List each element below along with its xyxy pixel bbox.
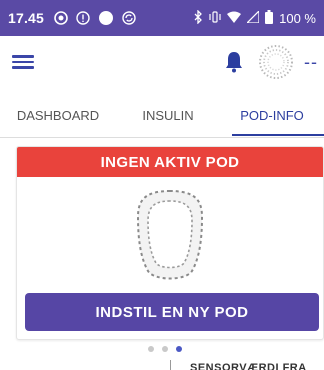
no-active-pod-banner: INGEN AKTIV POD (17, 147, 323, 177)
status-bar: 17.45 100 % (0, 0, 324, 36)
hamburger-menu-icon[interactable] (12, 52, 34, 72)
wifi-icon (227, 11, 242, 26)
page-dot (162, 346, 168, 352)
status-time: 17.45 (8, 10, 45, 26)
tab-divider (0, 137, 324, 138)
info-circle-icon (76, 11, 90, 25)
battery-icon (265, 9, 274, 27)
signal-icon (245, 8, 260, 26)
circle-dot-icon (54, 11, 68, 25)
page-indicator (148, 346, 182, 352)
solid-circle-icon (98, 10, 114, 26)
setup-new-pod-button[interactable]: INDSTIL EN NY POD (25, 293, 319, 331)
dotted-circle-icon[interactable] (258, 44, 294, 80)
bell-icon[interactable] (224, 50, 244, 74)
tab-pod-info[interactable]: POD-INFO (220, 100, 324, 138)
next-card-peek: SENSORVÆRDI FRA (190, 362, 307, 370)
tab-insulin[interactable]: INSULIN (116, 100, 220, 138)
page-dot (148, 346, 154, 352)
divider (170, 360, 171, 370)
sync-icon (122, 11, 136, 25)
status-text: -- (304, 52, 318, 72)
vibrate-icon (209, 10, 221, 27)
tab-bar: DASHBOARD INSULIN POD-INFO (0, 100, 324, 138)
battery-percentage: 100 % (279, 10, 316, 26)
app-bar: -- (0, 36, 324, 88)
bluetooth-icon (193, 8, 203, 27)
pod-outline-icon (134, 187, 206, 287)
page-dot-active (176, 346, 182, 352)
pod-status-card: INGEN AKTIV POD INDSTIL EN NY POD (16, 146, 324, 340)
tab-dashboard[interactable]: DASHBOARD (0, 100, 116, 138)
